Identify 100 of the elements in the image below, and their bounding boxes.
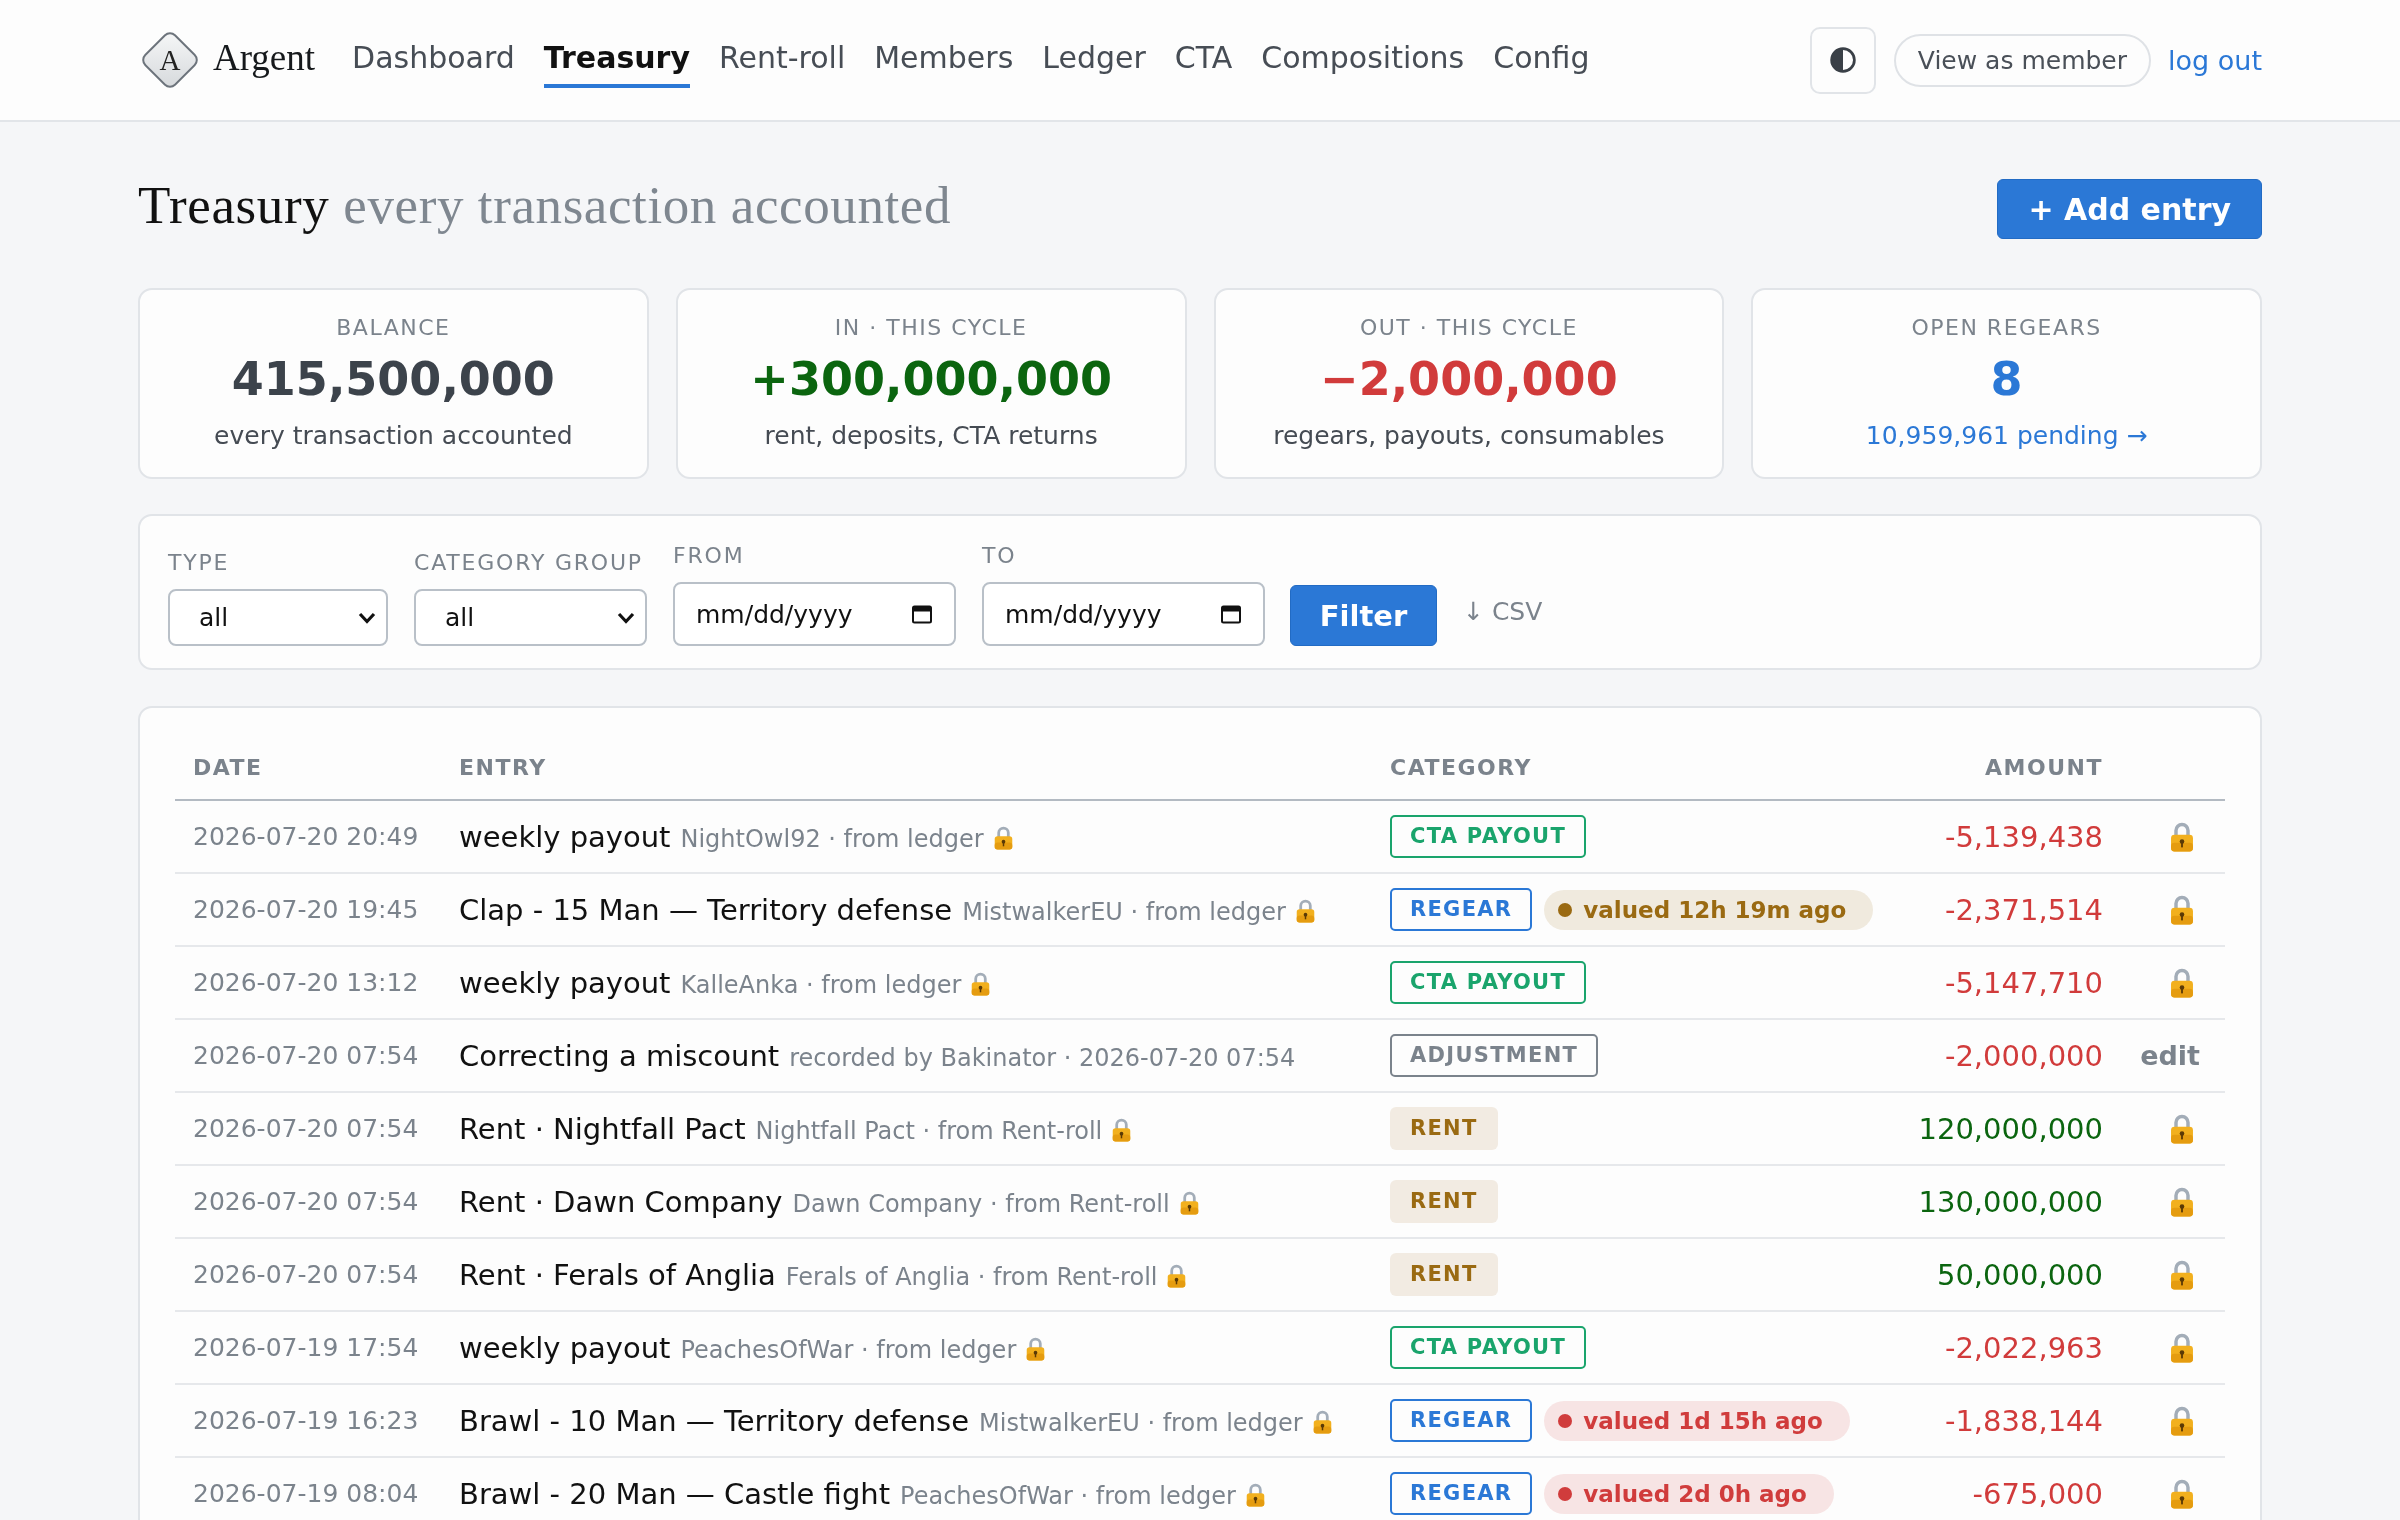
date-text: 2026-07-20 07:54: [193, 1114, 419, 1143]
entry-title: Correcting a miscount: [459, 1038, 780, 1073]
stat-label: OUT · THIS CYCLE: [1358, 314, 1579, 342]
entry-title: Rent · Ferals of Anglia: [459, 1257, 776, 1292]
entry-title: Rent · Dawn Company: [459, 1184, 783, 1219]
chevron-down-icon: [358, 611, 376, 624]
nav-link[interactable]: Ledger: [1042, 40, 1146, 88]
entry-title: weekly payout: [459, 1330, 671, 1365]
stat-value: −2,000,000: [1319, 354, 1619, 405]
entry-meta: Nightfall Pact · from Rent-roll: [755, 1116, 1103, 1145]
filter-label: TO: [982, 542, 1017, 570]
entry-meta: Ferals of Anglia · from Rent-roll: [785, 1262, 1158, 1291]
stat-value: +300,000,000: [749, 354, 1113, 405]
stat-value: 415,500,000: [230, 354, 556, 405]
theme-toggle-button[interactable]: [1809, 26, 1876, 94]
stat-label: BALANCE: [335, 314, 452, 342]
amount-text: -2,371,514: [1944, 892, 2103, 927]
nav-link[interactable]: Dashboard: [352, 40, 515, 88]
amount-text: -5,147,710: [1944, 965, 2103, 1000]
nav-link[interactable]: CTA: [1174, 40, 1233, 88]
filter-label: FROM: [673, 542, 745, 570]
filter-label: TYPE: [168, 549, 230, 577]
entry-meta: recorded by Bakinator · 2026-07-20 07:54: [789, 1043, 1296, 1072]
valuation-text: valued 1d 15h ago: [1583, 1407, 1823, 1434]
category-tag: RENT: [1390, 1107, 1498, 1150]
valuation-text: valued 12h 19m ago: [1583, 896, 1847, 923]
stat-label: IN · THIS CYCLE: [833, 314, 1029, 342]
amount-text: -5,139,438: [1944, 819, 2103, 854]
category-tag: CTA PAYOUT: [1390, 815, 1587, 858]
nav-link[interactable]: Rent-roll: [718, 40, 846, 88]
entry-title: weekly payout: [459, 965, 671, 1000]
column-header: DATE: [193, 755, 263, 780]
entry-meta: MistwalkerEU · from ledger: [979, 1408, 1303, 1437]
date-text: 2026-07-20 13:12: [193, 968, 419, 997]
entry-meta: PeachesOfWar · from ledger: [680, 1335, 1017, 1364]
entry-title: weekly payout: [459, 819, 671, 854]
entry-meta: MistwalkerEU · from ledger: [962, 897, 1286, 926]
stat-note: regears, payouts, consumables: [1272, 420, 1666, 452]
nav-link[interactable]: Config: [1493, 40, 1590, 88]
valuation-text: valued 2d 0h ago: [1583, 1480, 1807, 1507]
pending-link[interactable]: 10,959,961 pending →: [1865, 421, 2148, 450]
entry-meta: Dawn Company · from Rent-roll: [792, 1189, 1170, 1218]
category-group-select[interactable]: all: [414, 589, 647, 646]
calendar-icon[interactable]: [912, 604, 932, 624]
nav-link[interactable]: Treasury: [543, 40, 690, 88]
csv-download-link[interactable]: ↓ CSV: [1463, 597, 1543, 626]
amount-text: 130,000,000: [1918, 1184, 2103, 1219]
nav-link[interactable]: Compositions: [1261, 40, 1465, 88]
column-header: AMOUNT: [1985, 755, 2103, 780]
amount-text: 50,000,000: [1936, 1257, 2103, 1292]
category-tag: RENT: [1390, 1253, 1498, 1296]
category-tag: REGEAR: [1390, 1472, 1533, 1515]
page-subtitle: every transaction accounted: [343, 175, 952, 234]
add-entry-button[interactable]: + Add entry: [1997, 179, 2262, 239]
date-text: 2026-07-20 19:45: [193, 895, 419, 924]
type-select[interactable]: all: [168, 589, 388, 646]
entry-meta: PeachesOfWar · from ledger: [900, 1481, 1236, 1510]
filter-button[interactable]: Filter: [1290, 585, 1437, 646]
amount-text: -1,838,144: [1944, 1403, 2103, 1438]
from-date-field[interactable]: mm/dd/yyyy: [673, 582, 956, 646]
calendar-icon[interactable]: [1221, 604, 1241, 624]
entry-title: Brawl - 20 Man — Castle fight: [459, 1476, 891, 1511]
date-text: 2026-07-20 20:49: [193, 822, 419, 851]
edit-link[interactable]: edit: [2140, 1040, 2200, 1071]
date-text: 2026-07-20 07:54: [193, 1041, 419, 1070]
view-as-member-button[interactable]: View as member: [1893, 33, 2152, 87]
stat-value: 8: [1989, 354, 2024, 405]
entry-title: Brawl - 10 Man — Territory defense: [459, 1403, 970, 1438]
contrast-icon: [1829, 47, 1856, 73]
category-tag: RENT: [1390, 1180, 1498, 1223]
entry-meta: NightOwl92 · from ledger: [680, 824, 984, 853]
amount-text: -2,000,000: [1944, 1038, 2103, 1073]
category-tag: ADJUSTMENT: [1390, 1034, 1599, 1077]
logout-link[interactable]: log out: [2168, 44, 2262, 76]
date-text: 2026-07-20 07:54: [193, 1260, 419, 1289]
category-tag: REGEAR: [1390, 888, 1533, 931]
filter-label: CATEGORY GROUP: [414, 549, 643, 577]
date-text: 2026-07-20 07:54: [193, 1187, 419, 1216]
date-text: 2026-07-19 17:54: [193, 1333, 419, 1362]
category-tag: CTA PAYOUT: [1390, 961, 1587, 1004]
category-tag: CTA PAYOUT: [1390, 1326, 1587, 1369]
logo-name[interactable]: Argent: [213, 35, 316, 79]
date-text: 2026-07-19 08:04: [193, 1479, 419, 1508]
entry-title: Clap - 15 Man — Territory defense: [459, 892, 953, 927]
entry-meta: KalleAnka · from ledger: [680, 970, 962, 999]
logo-mark[interactable]: A: [138, 28, 202, 92]
to-date-field[interactable]: mm/dd/yyyy: [982, 582, 1265, 646]
nav-link[interactable]: Members: [874, 40, 1014, 88]
category-tag: REGEAR: [1390, 1399, 1533, 1442]
date-text: 2026-07-19 16:23: [193, 1406, 419, 1435]
amount-text: 120,000,000: [1918, 1111, 2103, 1146]
stat-label: OPEN REGEARS: [1910, 314, 2103, 342]
entry-title: Rent · Nightfall Pact: [459, 1111, 746, 1146]
column-header: ENTRY: [459, 755, 547, 780]
amount-text: -675,000: [1972, 1476, 2103, 1511]
stat-note: rent, deposits, CTA returns: [763, 420, 1099, 452]
column-header: CATEGORY: [1390, 755, 1532, 780]
chevron-down-icon: [617, 611, 635, 624]
page-title: Treasury: [138, 175, 330, 234]
stat-note: every transaction accounted: [213, 420, 574, 452]
